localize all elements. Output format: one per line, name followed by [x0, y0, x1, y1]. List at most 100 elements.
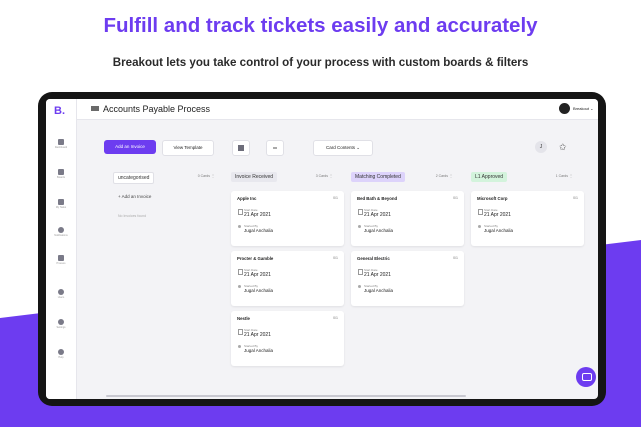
user-name: Breakout [573, 106, 590, 111]
calendar-icon [358, 269, 363, 275]
sidebar-item-label: Process [56, 262, 66, 265]
invoice-card[interactable]: Microsoft Corp 0/1 Start Date 21 Apr 202… [471, 191, 584, 246]
list-view-button[interactable] [266, 140, 284, 156]
app-screen: B. Dashboard Boards My Tasks Notificatio… [46, 99, 598, 399]
tablet-frame: B. Dashboard Boards My Tasks Notificatio… [38, 92, 606, 406]
page-title: Accounts Payable Process [103, 104, 211, 114]
card-progress: 0/1 [333, 316, 338, 320]
add-invoice-button[interactable]: Add an Invoice [104, 140, 156, 154]
card-title: Bed Bath & Beyond [357, 196, 398, 201]
card-progress: 0/1 [573, 196, 578, 200]
person-icon [238, 345, 241, 348]
grid-icon [238, 145, 244, 151]
calendar-icon [478, 209, 483, 215]
horizontal-scrollbar[interactable] [106, 395, 466, 397]
card-progress: 0/1 [333, 256, 338, 260]
grid-view-button[interactable] [232, 140, 250, 156]
column-count: 3 Cards [315, 174, 328, 178]
column-menu-icon[interactable]: ⋮ [329, 173, 333, 178]
app-logo[interactable]: B. [54, 105, 65, 117]
start-date-value: 21 Apr 2021 [244, 212, 271, 218]
start-date-value: 21 Apr 2021 [244, 272, 271, 278]
invoice-card[interactable]: Bed Bath & Beyond 0/1 Start Date 21 Apr … [351, 191, 464, 246]
board-column: L1 Approved 1 Cards ⋮ Microsoft Corp 0/1… [466, 170, 584, 399]
sidebar-item-notifications[interactable]: Notifications [46, 227, 76, 237]
column-menu-icon[interactable]: ⋮ [449, 173, 453, 178]
sidebar-item-label: Notifications [54, 234, 68, 237]
help-icon [58, 349, 64, 355]
column-menu-icon[interactable]: ⋮ [211, 173, 215, 178]
column-title: L1 Approved [471, 172, 508, 182]
view-template-button[interactable]: View Template [162, 140, 214, 156]
chat-button[interactable] [576, 367, 596, 387]
started-by-value: Jugal Anchalia [364, 228, 394, 233]
top-bar: Accounts Payable Process Breakout ⌄ [77, 99, 598, 120]
started-by-value: Jugal Anchalia [484, 228, 514, 233]
sidebar-item-label: Settings [56, 326, 66, 329]
sidebar-item-my-tasks[interactable]: My Tasks [46, 199, 76, 209]
board-column: Matching Completed 2 Cards ⋮ Bed Bath & … [346, 170, 464, 399]
column-header: uncategorised 0 Cards ⋮ [108, 170, 218, 184]
list-icon [273, 147, 277, 149]
sidebar-item-help[interactable]: Help [46, 349, 76, 359]
dashboard-icon [58, 139, 64, 145]
card-contents-dropdown[interactable]: Card Contents ⌄ [313, 140, 373, 156]
user-menu[interactable]: Breakout ⌄ [573, 106, 594, 111]
sidebar-item-label: Dashboard [54, 146, 68, 149]
board-column: Invoice Received 3 Cards ⋮ Apple Inc 0/1… [226, 170, 344, 399]
card-title: General Electric [357, 256, 390, 261]
chevron-down-icon: ⌄ [590, 106, 594, 111]
column-header: Matching Completed 2 Cards ⋮ [346, 170, 456, 184]
start-date-value: 21 Apr 2021 [364, 272, 391, 278]
start-date-value: 21 Apr 2021 [484, 212, 511, 218]
star-icon[interactable]: ✩ [559, 141, 567, 153]
calendar-icon [238, 209, 243, 215]
sidebar-item-label: Users [57, 296, 65, 299]
person-icon [358, 285, 361, 288]
layers-icon [58, 255, 64, 261]
card-title: Nestle [237, 316, 250, 321]
bell-icon [58, 227, 64, 233]
sidebar-item-label: My Tasks [55, 206, 67, 209]
start-date-value: 21 Apr 2021 [364, 212, 391, 218]
column-count: 2 Cards [435, 174, 448, 178]
sidebar-item-users[interactable]: Users [46, 289, 76, 299]
avatar[interactable] [559, 103, 570, 114]
column-count: 1 Cards [555, 174, 568, 178]
invoice-card[interactable]: Procter & Gamble 0/1 Start Date 21 Apr 2… [231, 251, 344, 306]
promo-subtitle: Breakout lets you take control of your p… [112, 56, 529, 69]
person-icon [238, 285, 241, 288]
calendar-icon [358, 209, 363, 215]
column-title: Invoice Received [231, 172, 278, 182]
gear-icon [58, 319, 64, 325]
board-column: uncategorised 0 Cards ⋮ + Add an Invoice… [108, 170, 218, 399]
card-title: Procter & Gamble [237, 256, 274, 261]
invoice-card[interactable]: Nestle 0/1 Start Date 21 Apr 2021 Starte… [231, 311, 344, 366]
card-progress: 0/1 [453, 256, 458, 260]
started-by-value: Jugal Anchalia [364, 288, 394, 293]
column-title: Matching Completed [351, 172, 405, 182]
add-invoice-link[interactable]: + Add an Invoice [118, 194, 151, 199]
sidebar-item-boards[interactable]: Boards [46, 169, 76, 179]
column-title: uncategorised [113, 172, 155, 184]
sidebar-item-process[interactable]: Process [46, 255, 76, 265]
sidebar-item-settings[interactable]: Settings [46, 319, 76, 329]
person-icon [238, 225, 241, 228]
card-progress: 0/1 [333, 196, 338, 200]
card-title: Microsoft Corp [477, 196, 508, 201]
folder-icon [58, 169, 64, 175]
column-header: L1 Approved 1 Cards ⋮ [466, 170, 576, 184]
invoice-card[interactable]: Apple Inc 0/1 Start Date 21 Apr 2021 Sta… [231, 191, 344, 246]
column-menu-icon[interactable]: ⋮ [569, 173, 573, 178]
person-icon [358, 225, 361, 228]
started-by-value: Jugal Anchalia [244, 348, 274, 353]
card-title: Apple Inc [237, 196, 257, 201]
user-initial-avatar[interactable]: J [535, 141, 547, 153]
chat-icon [582, 373, 592, 381]
users-icon [58, 289, 64, 295]
tasks-icon [58, 199, 64, 205]
sidebar-item-dashboard[interactable]: Dashboard [46, 139, 76, 149]
sidebar-item-label: Boards [57, 176, 65, 179]
sidebar: B. Dashboard Boards My Tasks Notificatio… [46, 99, 77, 399]
invoice-card[interactable]: General Electric 0/1 Start Date 21 Apr 2… [351, 251, 464, 306]
